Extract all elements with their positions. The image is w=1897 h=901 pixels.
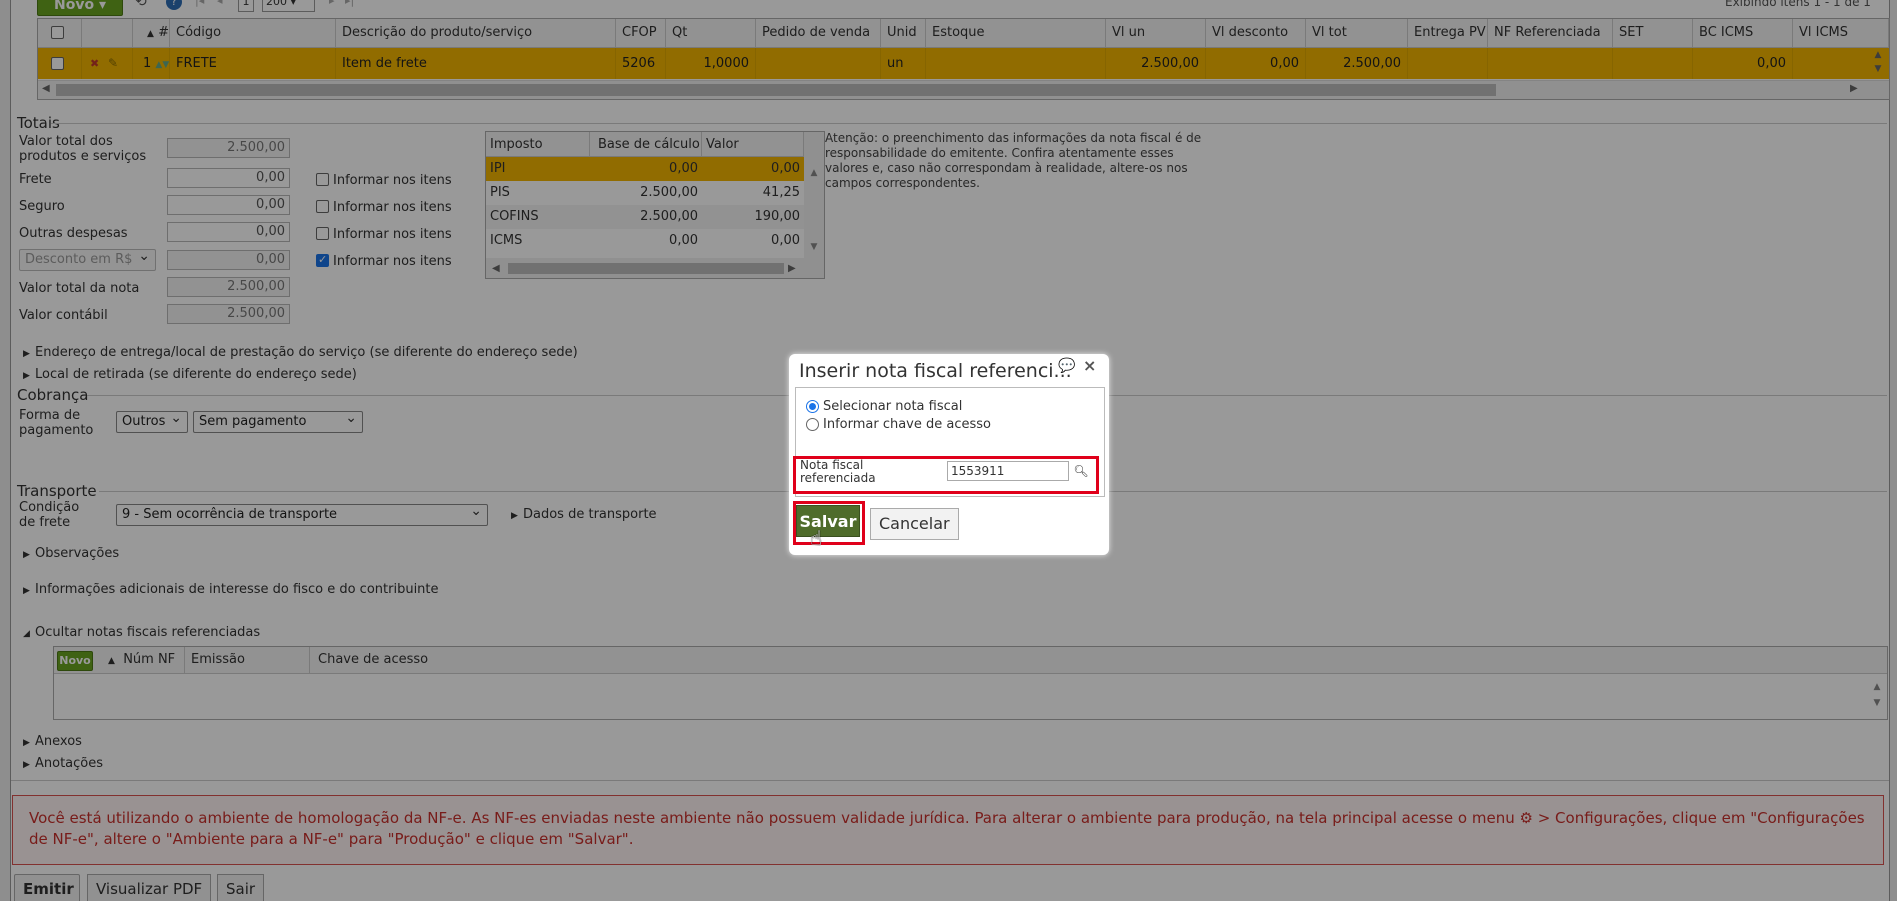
radio-selecionar-label: Selecionar nota fiscal [823,399,963,414]
save-button-highlight [793,501,865,545]
radio-informar-label: Informar chave de acesso [823,417,991,432]
radio-informar-chave[interactable] [806,418,819,431]
nota-fiscal-highlight [793,456,1099,494]
dialog-title: Inserir nota fiscal referenci... [799,360,1072,382]
cancel-button[interactable]: Cancelar [870,508,959,540]
close-icon[interactable]: × [1083,356,1096,375]
cursor-hand-icon: ☝ [810,526,823,550]
app-window: Novo ▾ ⟲ ? |◂ ◂ 1 200 ▾ ▸ ▸| Exibindo it… [0,0,1897,901]
radio-selecionar-nf[interactable] [806,400,819,413]
speech-bubble-icon[interactable]: 💬 [1058,358,1075,374]
